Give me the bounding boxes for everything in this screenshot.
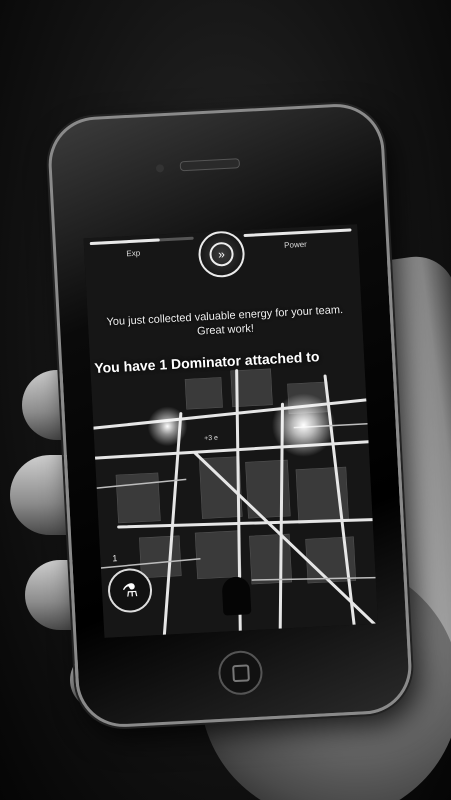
item-count: 1 [112, 553, 118, 564]
game-screen: Exp Power » You just collected valuable … [83, 224, 379, 638]
smartphone: Exp Power » You just collected valuable … [46, 101, 414, 730]
home-button[interactable] [217, 649, 264, 696]
exp-label: Exp [126, 248, 141, 259]
energy-tag: +3 e [204, 434, 219, 443]
flask-icon: ⚗ [121, 580, 139, 601]
earpiece [179, 158, 241, 172]
home-square-icon [232, 664, 250, 683]
front-camera [155, 164, 165, 173]
photo: Exp Power » You just collected valuable … [0, 0, 451, 800]
chevron-down-double-icon: » [208, 241, 235, 267]
center-marker[interactable] [221, 576, 252, 616]
power-label: Power [283, 239, 308, 250]
